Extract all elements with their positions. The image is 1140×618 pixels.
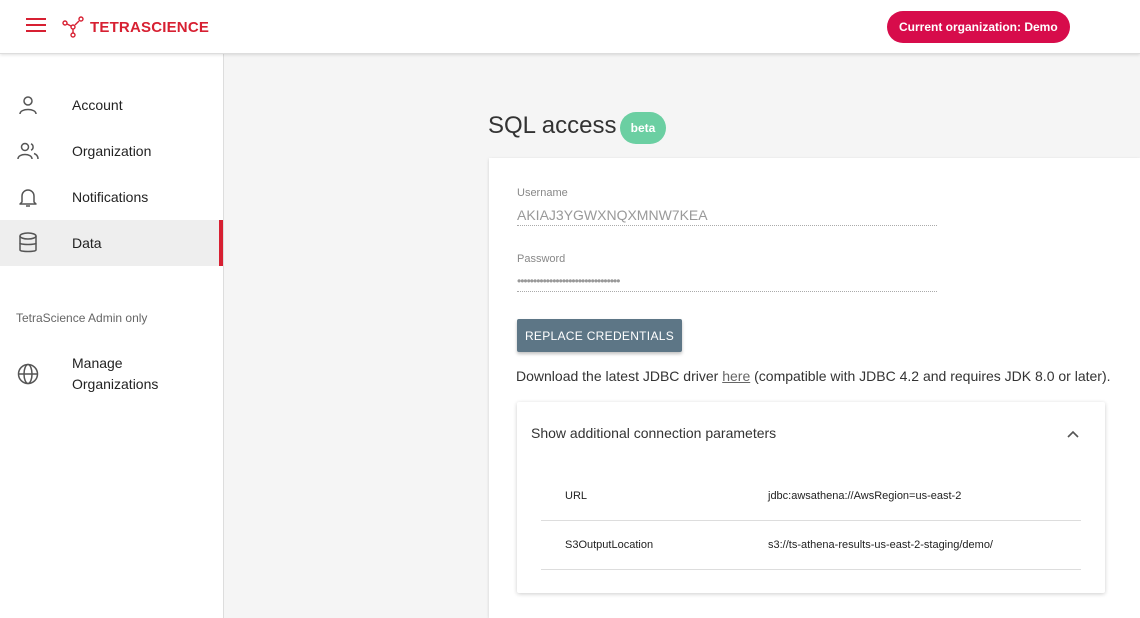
sidebar-item-label: Data <box>72 235 102 251</box>
sql-access-card: Username Password REPLACE CREDENTIALS Do… <box>489 158 1140 618</box>
chevron-up-icon[interactable] <box>1065 426 1081 442</box>
tetrascience-logo-icon <box>62 16 84 38</box>
password-field[interactable] <box>517 270 937 292</box>
sidebar-item-label-line2: Organizations <box>72 376 159 392</box>
param-key: URL <box>565 490 588 502</box>
connection-parameters-toggle[interactable]: Show additional connection parameters <box>517 402 1105 464</box>
download-driver-link[interactable]: here <box>722 368 750 384</box>
page-title: SQL access <box>488 112 617 139</box>
download-driver-text: Download the latest JDBC driver here (co… <box>516 368 1111 384</box>
bell-icon <box>19 189 37 207</box>
person-icon <box>19 96 37 115</box>
param-value: s3://ts-athena-results-us-east-2-staging… <box>768 539 993 551</box>
param-value: jdbc:awsathena://AwsRegion=us-east-2 <box>768 490 962 502</box>
param-key: S3OutputLocation <box>565 539 654 551</box>
download-text-prefix: Download the latest JDBC driver <box>516 368 723 384</box>
sidebar-item-label: Notifications <box>72 189 149 205</box>
sidebar-item-notifications[interactable]: Notifications <box>0 174 223 220</box>
sidebar-item-label-line1: Manage <box>72 355 123 371</box>
password-label: Password <box>517 253 566 265</box>
connection-parameters-panel: Show additional connection parameters UR… <box>517 402 1105 593</box>
replace-credentials-button[interactable]: REPLACE CREDENTIALS <box>517 319 682 352</box>
username-field[interactable] <box>517 204 937 226</box>
database-icon <box>19 232 37 253</box>
sidebar-item-label: Manage Organizations <box>72 353 158 395</box>
sidebar-item-account[interactable]: Account <box>0 82 223 128</box>
globe-icon <box>17 363 39 385</box>
brand-name: TETRASCIENCE <box>90 18 210 36</box>
sidebar: Account Organization Notifications Data … <box>0 54 224 618</box>
sidebar-item-label: Organization <box>72 143 152 159</box>
logo[interactable]: TETRASCIENCE <box>62 14 209 40</box>
hamburger-menu-icon[interactable] <box>26 18 46 36</box>
current-organization-button[interactable]: Current organization: Demo <box>887 11 1070 43</box>
download-text-suffix: (compatible with JDBC 4.2 and requires J… <box>750 368 1111 384</box>
people-icon <box>17 142 39 160</box>
sidebar-item-label: Account <box>72 97 123 113</box>
app-header: TETRASCIENCE Current organization: Demo <box>0 0 1140 54</box>
sidebar-item-organization[interactable]: Organization <box>0 128 223 174</box>
sidebar-item-data[interactable]: Data <box>0 220 223 266</box>
table-row: S3OutputLocation s3://ts-athena-results-… <box>541 522 1081 570</box>
sidebar-item-manage-organizations[interactable]: Manage Organizations <box>0 346 223 402</box>
username-label: Username <box>517 187 568 199</box>
beta-badge: beta <box>620 112 666 144</box>
panel-title: Show additional connection parameters <box>531 425 777 441</box>
admin-section-label: TetraScience Admin only <box>16 311 148 325</box>
table-row: URL jdbc:awsathena://AwsRegion=us-east-2 <box>541 473 1081 521</box>
